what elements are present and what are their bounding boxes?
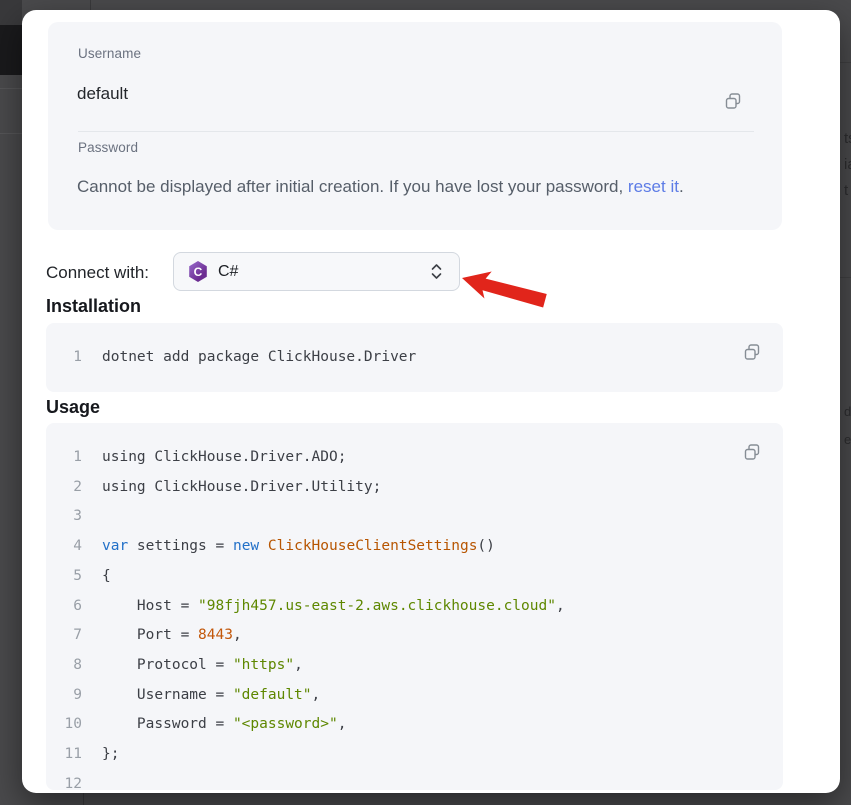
backdrop-divider	[83, 793, 84, 805]
password-help-text: Cannot be displayed after initial creati…	[77, 177, 752, 197]
code-line: 2using ClickHouse.Driver.Utility;	[46, 473, 783, 503]
password-help-after: .	[679, 177, 684, 196]
backdrop-divider	[0, 133, 22, 134]
reset-password-link[interactable]: reset it	[628, 177, 679, 196]
usage-heading: Usage	[46, 397, 100, 418]
code-text: dotnet add package ClickHouse.Driver	[102, 346, 416, 368]
line-number: 2	[46, 473, 102, 503]
installation-heading: Installation	[46, 296, 141, 317]
backdrop-dark-block	[0, 25, 22, 75]
code-text: Username = "default",	[102, 681, 320, 711]
code-line: 4var settings = new ClickHouseClientSett…	[46, 532, 783, 562]
backdrop-text-slivers: ts ia t d e	[844, 0, 851, 805]
code-line: 10 Password = "<password>",	[46, 710, 783, 740]
line-number: 3	[46, 502, 102, 532]
updown-chevron-icon	[430, 262, 443, 281]
backdrop-divider	[0, 88, 22, 89]
line-number: 12	[46, 770, 102, 790]
code-line: 1dotnet add package ClickHouse.Driver	[46, 346, 783, 368]
line-number: 9	[46, 681, 102, 711]
code-line: 12	[46, 770, 783, 790]
copy-icon	[741, 441, 763, 463]
backdrop-block	[0, 0, 22, 25]
credentials-panel: Username default Password Cannot be disp…	[48, 22, 782, 230]
copy-username-button[interactable]	[720, 88, 746, 114]
code-text: Password = "<password>",	[102, 710, 346, 740]
code-line: 9 Username = "default",	[46, 681, 783, 711]
line-number: 11	[46, 740, 102, 770]
line-number: 10	[46, 710, 102, 740]
username-label: Username	[78, 46, 141, 61]
code-line: 3	[46, 502, 783, 532]
backdrop-text: d	[844, 404, 851, 419]
backdrop-text: ia	[844, 156, 851, 173]
connect-with-label: Connect with:	[46, 263, 149, 283]
code-text: var settings = new ClickHouseClientSetti…	[102, 532, 495, 562]
backdrop-divider	[90, 0, 91, 10]
code-text: using ClickHouse.Driver.Utility;	[102, 473, 381, 503]
username-value: default	[77, 84, 128, 104]
copy-icon	[741, 341, 763, 363]
code-text: Port = 8443,	[102, 621, 242, 651]
line-number: 4	[46, 532, 102, 562]
line-number: 5	[46, 562, 102, 592]
backdrop-text: e	[844, 432, 851, 447]
copy-icon	[722, 90, 744, 112]
copy-installation-code-button[interactable]	[739, 339, 765, 365]
divider	[78, 131, 754, 132]
language-select-dropdown[interactable]: C C#	[173, 252, 460, 291]
line-number: 1	[46, 346, 102, 368]
code-line: 6 Host = "98fjh457.us-east-2.aws.clickho…	[46, 592, 783, 622]
dimmed-page-backdrop: ts ia t d e Username default Password Ca…	[0, 0, 851, 805]
code-text: Protocol = "https",	[102, 651, 303, 681]
code-line: 5{	[46, 562, 783, 592]
code-text: {	[102, 562, 111, 592]
line-number: 8	[46, 651, 102, 681]
csharp-logo-icon: C	[188, 261, 208, 282]
code-line: 8 Protocol = "https",	[46, 651, 783, 681]
code-text: Host = "98fjh457.us-east-2.aws.clickhous…	[102, 592, 565, 622]
copy-usage-code-button[interactable]	[739, 439, 765, 465]
code-line: 11};	[46, 740, 783, 770]
code-text: };	[102, 740, 119, 770]
code-line: 1using ClickHouse.Driver.ADO;	[46, 443, 783, 473]
code-text: using ClickHouse.Driver.ADO;	[102, 443, 346, 473]
installation-code-block: 1dotnet add package ClickHouse.Driver	[46, 323, 783, 392]
selected-language-label: C#	[218, 263, 420, 281]
connection-details-modal: Username default Password Cannot be disp…	[22, 10, 840, 793]
line-number: 6	[46, 592, 102, 622]
line-number: 1	[46, 443, 102, 473]
red-annotation-arrow	[450, 258, 560, 316]
usage-code-block: 1using ClickHouse.Driver.ADO;2using Clic…	[46, 423, 783, 790]
password-label: Password	[78, 140, 138, 155]
password-help-before: Cannot be displayed after initial creati…	[77, 177, 628, 196]
line-number: 7	[46, 621, 102, 651]
code-line: 7 Port = 8443,	[46, 621, 783, 651]
backdrop-text: ts	[844, 130, 851, 147]
backdrop-text: t	[844, 182, 848, 199]
